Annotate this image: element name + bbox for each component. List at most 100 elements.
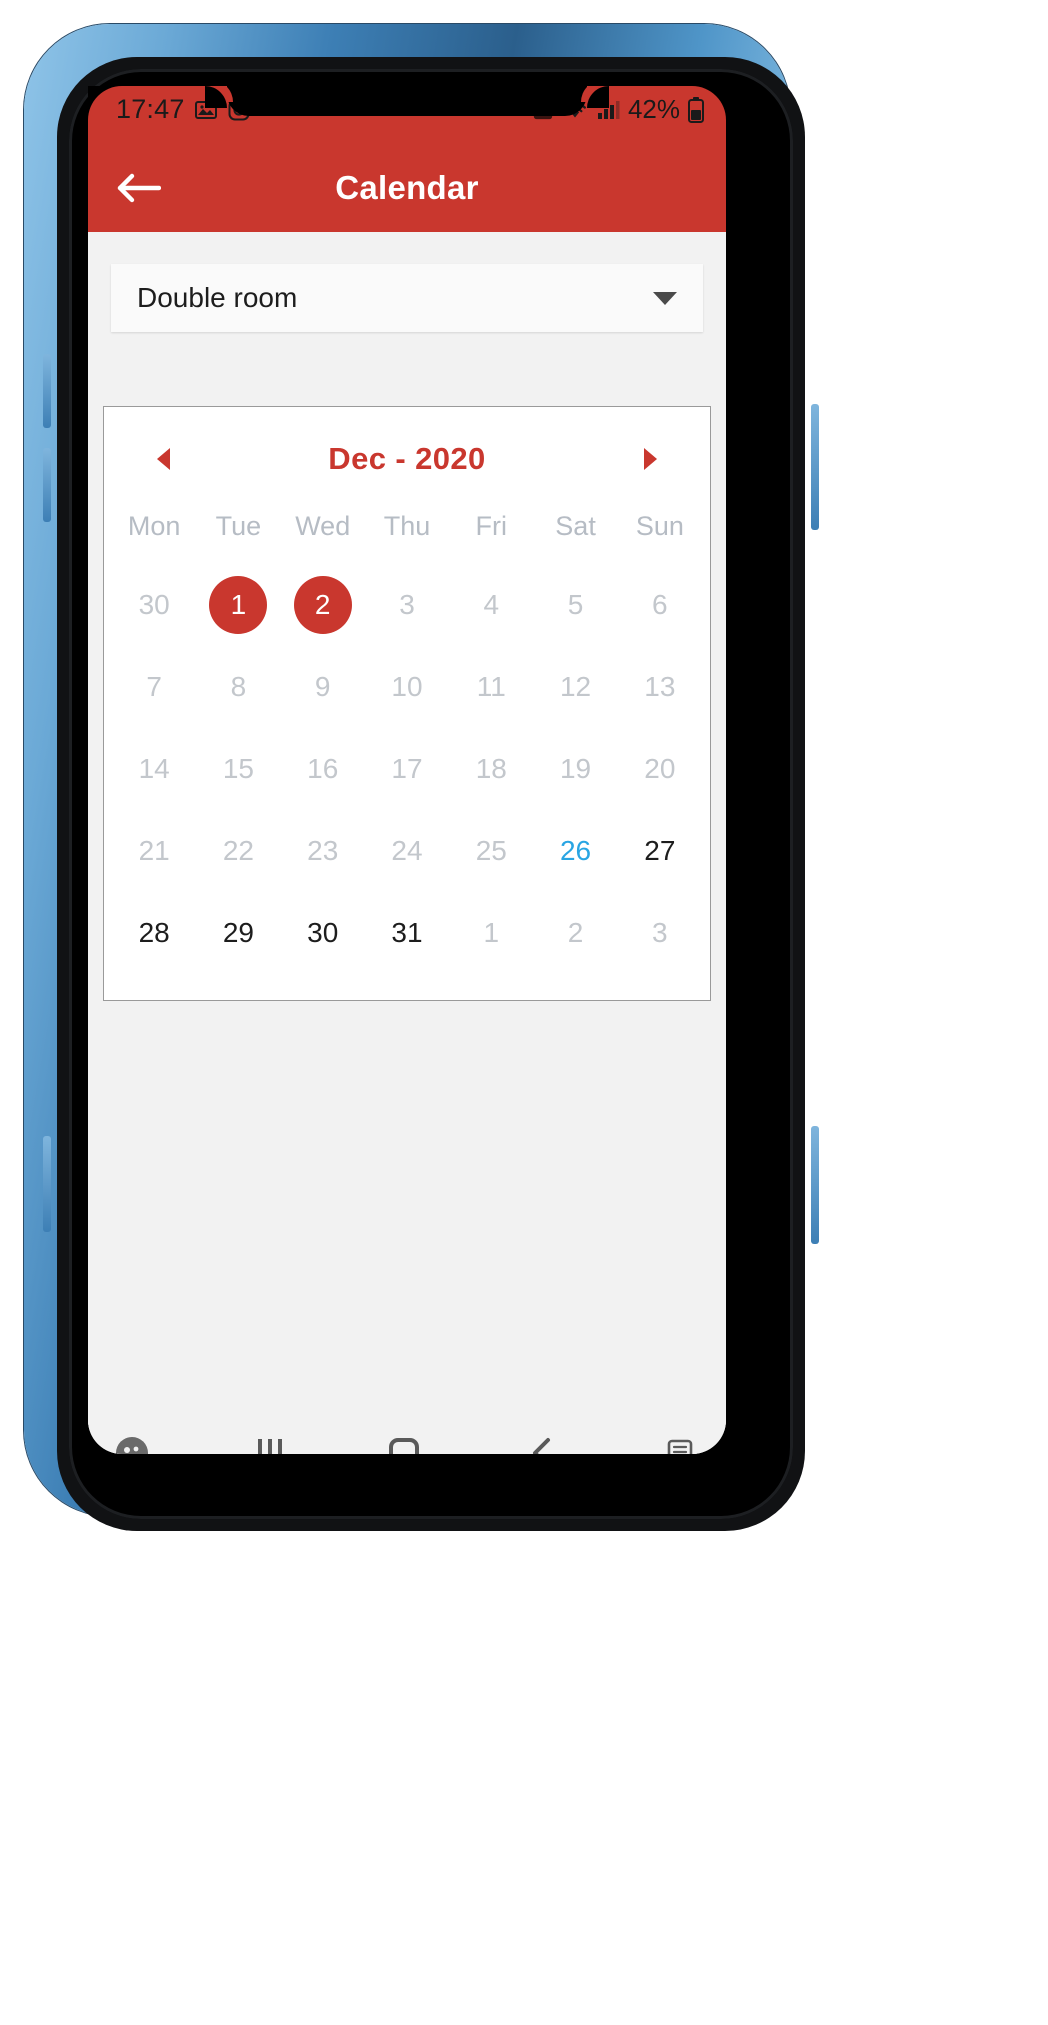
calendar-day-cell[interactable]: 20 <box>618 728 702 810</box>
calendar-day-label: 10 <box>391 671 423 702</box>
calendar-day-cell[interactable]: 22 <box>196 810 280 892</box>
page-title: Calendar <box>335 169 479 206</box>
calendar-day-cell[interactable]: 16 <box>281 728 365 810</box>
calendar-day-cell[interactable]: 25 <box>449 810 533 892</box>
calendar-day-cell[interactable]: 29 <box>196 892 280 974</box>
calendar-day-label: 6 <box>652 589 668 620</box>
calendar-day-label: 11 <box>476 671 506 702</box>
calendar-day-label: 14 <box>138 753 170 784</box>
home-icon[interactable] <box>389 1438 419 1454</box>
weekday-label: Sun <box>635 511 684 541</box>
weekday-label: Tue <box>215 511 262 541</box>
calendar-day-cell[interactable]: 12 <box>533 646 617 728</box>
calendar-day-label: 1 <box>483 917 500 948</box>
calendar-day-label: 7 <box>146 671 162 702</box>
calendar-day-label: 18 <box>475 753 507 784</box>
recents-icon[interactable] <box>257 1439 282 1454</box>
weekday-label: Thu <box>383 511 431 541</box>
right-side-button-lower[interactable] <box>811 1126 819 1244</box>
calendar-day-cell[interactable]: 19 <box>533 728 617 810</box>
calendar-day-label: 23 <box>307 835 339 866</box>
calendar-day-cell[interactable]: 31 <box>365 892 449 974</box>
calendar-day-cell[interactable]: 30 <box>281 892 365 974</box>
triangle-right-icon <box>644 448 658 470</box>
calendar-day-cell[interactable]: 26 <box>533 810 617 892</box>
app-bar: Calendar <box>88 144 726 232</box>
calendar-day-cell[interactable]: 2 <box>281 564 365 646</box>
calendar-day-label: 12 <box>559 671 592 702</box>
back-arrow-icon <box>115 171 162 205</box>
room-type-value: Double room <box>137 282 298 313</box>
calendar-day-label: 1 <box>209 576 268 634</box>
calendar-day-cell[interactable]: 23 <box>281 810 365 892</box>
calendar-day-label: 9 <box>314 671 331 702</box>
calendar-day-label: 17 <box>391 753 423 784</box>
calendar-day-cell[interactable]: 7 <box>112 646 196 728</box>
volume-up-button[interactable] <box>43 354 51 428</box>
calendar-day-label: 2 <box>293 576 352 634</box>
calendar-day-cell[interactable]: 13 <box>618 646 702 728</box>
calendar-day-grid: 30 1 2 3 4 5 6 7 8 9 10 11 12 13 14 15 16 17 18 19 20 21 22 23 2… <box>104 564 710 974</box>
back-icon[interactable] <box>527 1436 557 1454</box>
calendar-day-label: 29 <box>222 917 254 948</box>
calendar-day-label: 26 <box>559 835 592 866</box>
accessibility-icon[interactable] <box>114 1435 150 1454</box>
calendar-day-label: 2 <box>567 917 584 948</box>
calendar-day-cell[interactable]: 17 <box>365 728 449 810</box>
calendar-day-cell[interactable]: 18 <box>449 728 533 810</box>
screenshot-stage: 17:47 42% Calendar Double room Dec - 202… <box>0 0 1048 2025</box>
back-button[interactable] <box>108 158 168 218</box>
keyboard-icon[interactable] <box>664 1435 700 1454</box>
calendar-day-label: 30 <box>138 589 170 620</box>
room-type-dropdown[interactable]: Double room <box>111 264 703 332</box>
calendar-day-cell[interactable]: 6 <box>618 564 702 646</box>
calendar-day-cell[interactable]: 21 <box>112 810 196 892</box>
calendar-day-cell[interactable]: 3 <box>365 564 449 646</box>
calendar-day-cell[interactable]: 9 <box>281 646 365 728</box>
chevron-down-icon <box>653 291 677 305</box>
calendar-day-label: 13 <box>644 671 676 702</box>
calendar-month-label: Dec - 2020 <box>328 441 486 476</box>
calendar-day-label: 15 <box>222 753 254 784</box>
weekday-label: Mon <box>127 511 181 541</box>
calendar-day-label: 21 <box>138 835 170 866</box>
notch-cutout <box>205 86 609 116</box>
android-nav-bar <box>88 1420 726 1454</box>
calendar-day-label: 22 <box>222 835 254 866</box>
calendar-day-label: 4 <box>483 589 500 620</box>
calendar-day-cell[interactable]: 3 <box>618 892 702 974</box>
volume-down-button[interactable] <box>43 448 51 522</box>
calendar-day-cell[interactable]: 1 <box>449 892 533 974</box>
calendar-day-cell[interactable]: 10 <box>365 646 449 728</box>
weekday-label: Sat <box>555 511 596 541</box>
right-side-button[interactable] <box>811 404 819 530</box>
calendar-day-label: 24 <box>391 835 423 866</box>
prev-month-button[interactable] <box>146 442 180 476</box>
calendar-day-cell[interactable]: 24 <box>365 810 449 892</box>
weekday-label: Fri <box>475 511 508 541</box>
calendar-day-label: 28 <box>138 917 170 948</box>
main-content: Double room Dec - 2020 Mon Tue Wed Thu Fri Sa… <box>88 264 726 1454</box>
calendar-day-label: 19 <box>559 753 592 784</box>
calendar-day-cell[interactable]: 15 <box>196 728 280 810</box>
calendar-day-cell[interactable]: 2 <box>533 892 617 974</box>
next-month-button[interactable] <box>634 442 668 476</box>
triangle-left-icon <box>156 448 170 470</box>
calendar-day-label: 16 <box>307 753 339 784</box>
power-button[interactable] <box>43 1136 51 1232</box>
calendar-day-label: 31 <box>391 917 423 948</box>
calendar-day-label: 20 <box>644 753 676 784</box>
calendar-day-cell[interactable]: 11 <box>449 646 533 728</box>
calendar-day-cell[interactable]: 5 <box>533 564 617 646</box>
calendar-day-cell[interactable]: 14 <box>112 728 196 810</box>
calendar-day-cell[interactable]: 8 <box>196 646 280 728</box>
status-time: 17:47 <box>116 94 185 124</box>
calendar-day-cell[interactable]: 1 <box>196 564 280 646</box>
calendar-day-cell[interactable]: 27 <box>618 810 702 892</box>
calendar-day-cell[interactable]: 30 <box>112 564 196 646</box>
calendar-day-cell[interactable]: 28 <box>112 892 196 974</box>
weekday-label: Wed <box>295 511 351 541</box>
calendar-day-cell[interactable]: 4 <box>449 564 533 646</box>
calendar-day-label: 25 <box>475 835 507 866</box>
calendar-header: Dec - 2020 <box>104 407 710 495</box>
